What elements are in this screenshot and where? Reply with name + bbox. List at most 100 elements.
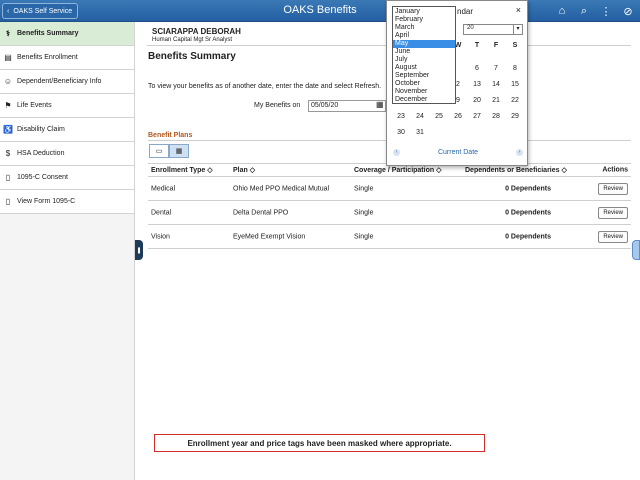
- home-icon[interactable]: ⌂: [554, 3, 570, 19]
- column-header[interactable]: Dependents or Beneficiaries ◇: [465, 166, 567, 174]
- sidebar-item-dependent-info[interactable]: ☺ Dependent/Beneficiary Info: [0, 70, 134, 94]
- calendar-day[interactable]: 23: [392, 109, 410, 124]
- close-icon[interactable]: ×: [516, 5, 521, 15]
- grid-view-button[interactable]: ▦: [169, 144, 189, 158]
- benefits-icon: ⚕: [5, 29, 11, 38]
- month-option[interactable]: February: [393, 16, 455, 24]
- calendar-day[interactable]: 27: [468, 109, 486, 124]
- next-month-icon[interactable]: ›: [516, 149, 523, 156]
- employee-name: SCIARAPPA DEBORAH: [152, 27, 241, 36]
- column-header[interactable]: Enrollment Type ◇: [151, 166, 213, 174]
- column-header[interactable]: Coverage / Participation ◇: [354, 166, 441, 174]
- plan-name: Ohio Med PPO Medical Mutual: [233, 185, 330, 192]
- sidebar-item-hsa-deduction[interactable]: $ HSA Deduction: [0, 142, 134, 166]
- plan-name: Delta Dental PPO: [233, 209, 289, 216]
- month-option[interactable]: March: [393, 24, 455, 32]
- month-option[interactable]: May: [393, 40, 455, 48]
- header-actions: ⌂ ⌕ ⋮ ⊘: [554, 3, 636, 19]
- month-option[interactable]: August: [393, 64, 455, 72]
- top-header: ‹ OAKS Self Service OAKS Benefits ⌂ ⌕ ⋮ …: [0, 0, 640, 22]
- my-benefits-label: My Benefits on: [254, 102, 301, 109]
- calendar-day[interactable]: 31: [411, 125, 429, 140]
- column-header[interactable]: Plan ◇: [233, 166, 255, 174]
- coverage: Single: [354, 233, 374, 240]
- coverage: Single: [354, 209, 374, 216]
- table-row: Dental Delta Dental PPO Single 0 Depende…: [148, 201, 631, 225]
- review-button[interactable]: Review: [598, 206, 628, 219]
- document-icon: ▯: [5, 173, 11, 182]
- sidebar-item-life-events[interactable]: ⚑ Life Events: [0, 94, 134, 118]
- month-option[interactable]: January: [393, 8, 455, 16]
- disability-icon: ♿: [3, 125, 13, 134]
- day-of-week-label: F: [493, 42, 499, 49]
- review-button[interactable]: Review: [598, 182, 628, 195]
- block-icon[interactable]: ⊘: [620, 3, 636, 19]
- day-of-week-label: S: [512, 42, 518, 49]
- collapse-sidebar-handle[interactable]: ❚: [135, 240, 143, 260]
- calendar-day[interactable]: 6: [468, 61, 486, 76]
- month-option[interactable]: October: [393, 80, 455, 88]
- document-icon: ▯: [5, 197, 11, 206]
- sidebar-item-label: Benefits Enrollment: [17, 54, 78, 61]
- month-option[interactable]: December: [393, 96, 455, 104]
- calendar-icon[interactable]: ▦: [376, 100, 384, 109]
- sidebar-item-view-form-1095c[interactable]: ▯ View Form 1095-C: [0, 190, 134, 214]
- enrollment-type: Vision: [151, 233, 170, 240]
- calendar-day[interactable]: 8: [506, 61, 524, 76]
- menu-icon[interactable]: ⋮: [598, 3, 614, 19]
- calendar-day[interactable]: 25: [430, 109, 448, 124]
- my-benefits-date-input[interactable]: 05/05/20: [308, 100, 386, 112]
- sidebar-item-label: Benefits Summary: [17, 30, 79, 37]
- month-option[interactable]: April: [393, 32, 455, 40]
- month-dropdown-list: January February March April May June July Augu…: [392, 6, 456, 104]
- calendar-day[interactable]: 15: [506, 77, 524, 92]
- sidebar: ⚕ Benefits Summary ▤ Benefits Enrollment…: [0, 22, 135, 480]
- search-icon[interactable]: ⌕: [576, 3, 592, 19]
- benefit-plans-title: Benefit Plans: [148, 132, 193, 139]
- calendar-day[interactable]: 14: [487, 77, 505, 92]
- coverage: Single: [354, 185, 374, 192]
- month-option[interactable]: September: [393, 72, 455, 80]
- calendar-day[interactable]: 24: [411, 109, 429, 124]
- sidebar-item-label: View Form 1095-C: [17, 198, 76, 205]
- dependents: 0 Dependents: [505, 209, 551, 216]
- instructions-text: To view your benefits as of another date…: [148, 83, 382, 90]
- calendar-day[interactable]: 29: [506, 109, 524, 124]
- calendar-day[interactable]: 26: [449, 109, 467, 124]
- life-events-icon: ⚑: [4, 101, 12, 110]
- hsa-icon: $: [5, 149, 11, 158]
- month-option[interactable]: November: [393, 88, 455, 96]
- sidebar-item-disability-claim[interactable]: ♿ Disability Claim: [0, 118, 134, 142]
- sidebar-item-label: HSA Deduction: [17, 150, 65, 157]
- calendar-day[interactable]: 22: [506, 93, 524, 108]
- month-option[interactable]: June: [393, 48, 455, 56]
- sidebar-item-benefits-summary[interactable]: ⚕ Benefits Summary: [0, 22, 134, 46]
- list-view-button[interactable]: ▭: [149, 144, 169, 158]
- sidebar-item-label: Life Events: [17, 102, 52, 109]
- year-select[interactable]: 20 ▾: [463, 24, 523, 35]
- month-option[interactable]: July: [393, 56, 455, 64]
- employee-title: Human Capital Mgt Sr Analyst: [152, 37, 233, 43]
- enrollment-type: Dental: [151, 209, 172, 216]
- view-toggle: ▭ ▦: [149, 144, 189, 158]
- calendar-day[interactable]: 7: [487, 61, 505, 76]
- sidebar-item-1095c-consent[interactable]: ▯ 1095-C Consent: [0, 166, 134, 190]
- sidebar-item-label: Disability Claim: [17, 126, 65, 133]
- sidebar-item-benefits-enrollment[interactable]: ▤ Benefits Enrollment: [0, 46, 134, 70]
- calendar-day[interactable]: 28: [487, 109, 505, 124]
- benefit-plans-grid: Enrollment Type ◇ Plan ◇ Coverage / Part…: [148, 163, 631, 249]
- calendar-day[interactable]: 30: [392, 125, 410, 140]
- list-view-icon: ▭: [155, 148, 163, 155]
- calendar-day[interactable]: 13: [468, 77, 486, 92]
- sidebar-item-label: 1095-C Consent: [17, 174, 68, 181]
- masking-note: Enrollment year and price tags have been…: [154, 434, 485, 452]
- calendar-footer: ‹ Current Date ›: [387, 146, 529, 160]
- calendar-day[interactable]: 20: [468, 93, 486, 108]
- table-row: Medical Ohio Med PPO Medical Mutual Sing…: [148, 177, 631, 201]
- enrollment-icon: ▤: [4, 53, 12, 62]
- review-button[interactable]: Review: [598, 230, 628, 243]
- grid-view-icon: ▦: [175, 148, 183, 155]
- column-header: Actions: [602, 166, 628, 174]
- current-date-link[interactable]: Current Date: [387, 149, 529, 156]
- calendar-day[interactable]: 21: [487, 93, 505, 108]
